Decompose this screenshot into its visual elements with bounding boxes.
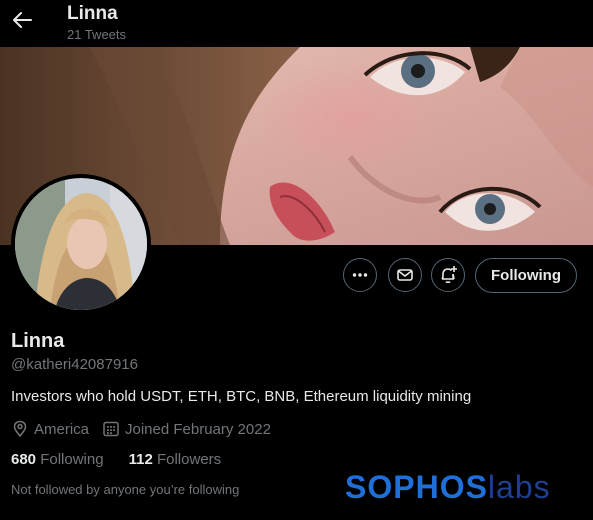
watermark-labs: labs — [487, 469, 551, 505]
watermark-sophos: SOPHOS — [345, 469, 488, 505]
avatar[interactable] — [11, 174, 151, 314]
following-button[interactable]: Following — [475, 258, 577, 293]
profile-bio: Investors who hold USDT, ETH, BTC, BNB, … — [11, 388, 472, 405]
followers-label: Followers — [156, 451, 222, 468]
location-text: America — [34, 420, 90, 438]
sophoslabs-watermark: SOPHOSlabs — [345, 470, 551, 504]
following-count: 680 — [11, 451, 37, 468]
message-button[interactable] — [388, 258, 422, 292]
header-tweet-count: 21 Tweets — [67, 27, 127, 42]
envelope-icon — [397, 269, 413, 281]
followed-by-note: Not followed by anyone you’re following — [11, 482, 240, 497]
location: America — [11, 420, 89, 438]
avatar-image — [15, 178, 147, 310]
calendar-icon — [103, 421, 119, 437]
joined-date: Joined February 2022 — [102, 420, 271, 438]
following-label: Following — [40, 451, 104, 468]
joined-text: Joined February 2022 — [125, 420, 271, 438]
follow-counts: 680 Following 112 Followers — [11, 451, 221, 468]
followers-link[interactable]: 112 Followers — [129, 451, 222, 468]
back-arrow-icon[interactable] — [11, 9, 33, 31]
profile-handle: @katheri42087916 — [11, 356, 138, 373]
bell-plus-icon — [441, 266, 457, 284]
location-pin-icon — [13, 420, 27, 438]
more-icon — [352, 273, 368, 277]
notifications-button[interactable] — [431, 258, 465, 292]
following-link[interactable]: 680 Following — [11, 451, 104, 468]
more-button[interactable] — [343, 258, 377, 292]
header-name: Linna — [67, 3, 118, 24]
followers-count: 112 — [128, 451, 153, 468]
top-bar: Linna 21 Tweets — [0, 0, 593, 47]
profile-name: Linna — [11, 330, 65, 352]
